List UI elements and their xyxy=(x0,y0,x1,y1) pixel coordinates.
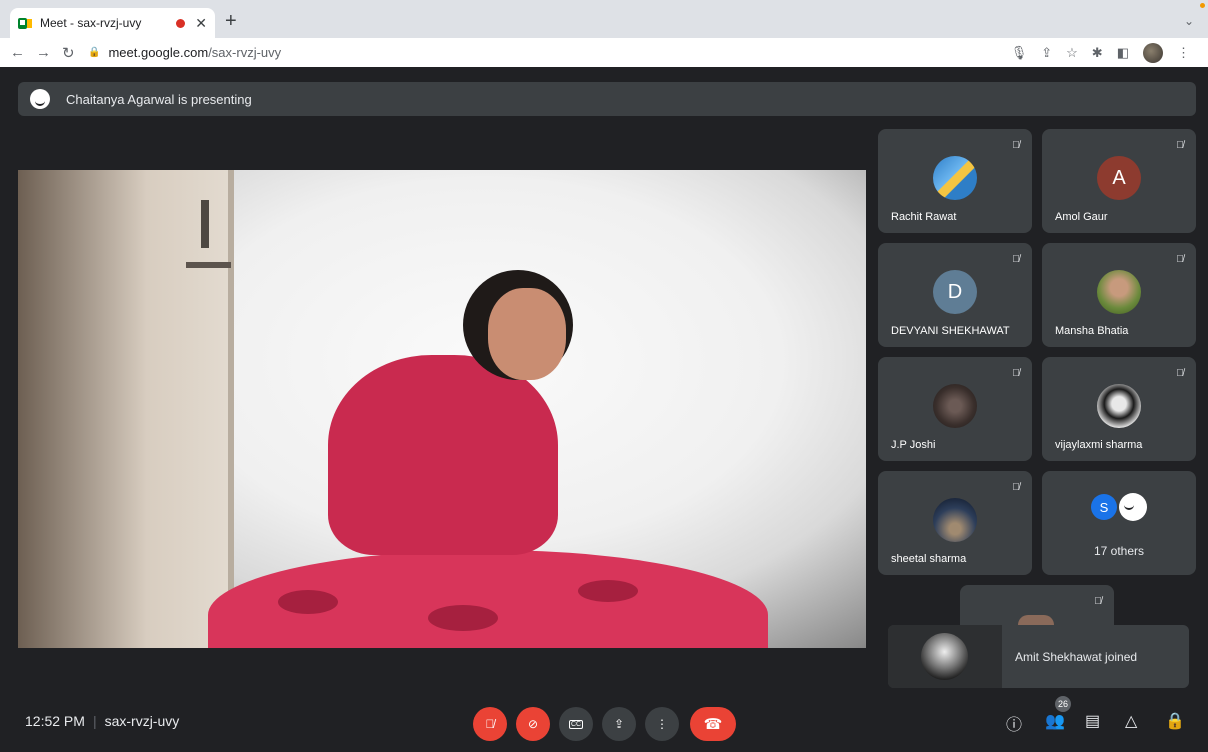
participant-tile-partial[interactable]: 🎙̸ xyxy=(960,585,1114,625)
side-panel-icon[interactable]: ◧ xyxy=(1117,45,1129,61)
participant-name: sheetal sharma xyxy=(891,553,967,565)
participant-name: Rachit Rawat xyxy=(891,211,957,223)
participant-tile[interactable]: 🎙̸ J.P Joshi xyxy=(878,357,1032,461)
muted-mic-icon: 🎙̸ xyxy=(1176,254,1184,265)
microphone-icon[interactable]: 🎙 xyxy=(1011,45,1028,61)
joined-participant-photo xyxy=(888,625,1002,688)
video-door-frame xyxy=(228,170,234,648)
url-path: /sax-rvzj-uvy xyxy=(208,45,282,60)
muted-mic-icon: 🎙̸ xyxy=(1176,140,1184,151)
meeting-code: sax-rvzj-uvy xyxy=(104,713,180,729)
update-dot xyxy=(1200,3,1205,8)
meet-logo-icon xyxy=(18,17,32,29)
participant-tile[interactable]: 🎙̸ A Amol Gaur xyxy=(1042,129,1196,233)
forward-icon[interactable]: → xyxy=(36,44,51,61)
presenter-avatar xyxy=(30,89,50,109)
muted-mic-icon: 🎙̸ xyxy=(1012,254,1020,265)
more-vert-icon: ⋮ xyxy=(656,717,668,731)
video-dress-pattern xyxy=(428,605,498,631)
tab-title: Meet - sax-rvzj-uvy xyxy=(40,16,142,30)
join-notification-text: Amit Shekhawat joined xyxy=(1015,650,1138,664)
avatar xyxy=(933,384,977,428)
recording-dot-icon xyxy=(176,18,186,28)
muted-mic-icon: 🎙̸ xyxy=(1094,596,1102,607)
present-button[interactable]: ⇪ xyxy=(602,707,636,741)
end-call-icon: ☎ xyxy=(703,716,723,733)
participant-name: vijaylaxmi sharma xyxy=(1055,439,1143,451)
reload-icon[interactable]: ↻ xyxy=(62,44,75,62)
video-dancer-body xyxy=(328,355,558,555)
avatar: D xyxy=(933,270,977,314)
video-dress-pattern xyxy=(578,580,638,602)
host-controls-icon[interactable]: 🔒 xyxy=(1165,711,1185,731)
current-time: 12:52 PM xyxy=(25,713,85,729)
toolbar-icons: 🎙 ⇪ ☆ ✱ ◧ ⋮ xyxy=(1011,42,1190,63)
meeting-info-icon[interactable]: ⓘ xyxy=(1006,711,1022,735)
separator: | xyxy=(92,713,97,729)
video-latch xyxy=(201,200,209,248)
others-tile[interactable]: S 17 others xyxy=(1042,471,1196,575)
presenting-text: Chaitanya Agarwal is presenting xyxy=(66,91,252,107)
menu-kebab-icon[interactable]: ⋮ xyxy=(1177,45,1190,61)
mic-off-icon: 🎙̸ xyxy=(485,717,495,731)
avatar xyxy=(1018,615,1054,625)
browser-tab[interactable]: Meet - sax-rvzj-uvy ✕ xyxy=(10,8,215,38)
people-count-badge: 26 xyxy=(1055,696,1071,712)
participant-tile[interactable]: 🎙̸ D DEVYANI SHEKHAWAT xyxy=(878,243,1032,347)
camera-off-icon: ⊘ xyxy=(527,717,539,731)
new-tab-button[interactable]: + xyxy=(225,10,237,33)
avatar xyxy=(1097,270,1141,314)
mic-off-button[interactable]: 🎙̸ xyxy=(473,707,507,741)
video-dancer-face xyxy=(488,288,566,380)
chat-icon[interactable]: ▤ xyxy=(1085,711,1100,731)
avatar: A xyxy=(1097,156,1141,200)
extensions-icon[interactable]: ✱ xyxy=(1092,45,1103,61)
muted-mic-icon: 🎙̸ xyxy=(1176,368,1184,379)
meeting-details: 12:52 PM | sax-rvzj-uvy xyxy=(25,713,179,729)
avatar xyxy=(933,498,977,542)
back-icon[interactable]: ← xyxy=(10,44,25,61)
participant-name: DEVYANI SHEKHAWAT xyxy=(891,325,1010,337)
tab-search-chevron-icon[interactable]: ⌄ xyxy=(1184,14,1194,28)
profile-avatar[interactable] xyxy=(1143,42,1163,63)
join-notification: Amit Shekhawat joined xyxy=(888,625,1189,688)
muted-mic-icon: 🎙̸ xyxy=(1012,368,1020,379)
participant-name: Mansha Bhatia xyxy=(1055,325,1129,337)
video-dress-pattern xyxy=(278,590,338,614)
more-options-button[interactable]: ⋮ xyxy=(645,707,679,741)
present-screen-icon: ⇪ xyxy=(613,717,625,731)
participant-tile[interactable]: 🎙̸ Rachit Rawat xyxy=(878,129,1032,233)
camera-off-button[interactable]: ⊘ xyxy=(516,707,550,741)
control-bar: 12:52 PM | sax-rvzj-uvy 🎙̸ ⊘ CC ⇪ ⋮ ☎ ⓘ 👥 … xyxy=(0,690,1208,752)
presenting-banner: Chaitanya Agarwal is presenting xyxy=(18,82,1196,116)
activities-icon[interactable]: △ xyxy=(1125,711,1137,731)
avatar xyxy=(1097,384,1141,428)
presentation-video xyxy=(18,170,866,648)
close-tab-icon[interactable]: ✕ xyxy=(195,15,207,32)
url-domain: meet.google.com xyxy=(108,45,209,60)
participant-tile[interactable]: 🎙̸ vijaylaxmi sharma xyxy=(1042,357,1196,461)
participant-name: Amol Gaur xyxy=(1055,211,1108,223)
participant-tile[interactable]: 🎙̸ Mansha Bhatia xyxy=(1042,243,1196,347)
video-bolt xyxy=(186,262,231,268)
lock-icon: 🔒 xyxy=(88,47,101,58)
leave-call-button[interactable]: ☎ xyxy=(690,707,736,741)
people-icon[interactable]: 👥 xyxy=(1045,711,1065,731)
captions-button[interactable]: CC xyxy=(559,707,593,741)
browser-chrome: Meet - sax-rvzj-uvy ✕ + ⌄ ← → ↻ 🔒 meet.g… xyxy=(0,0,1208,67)
others-avatar-smiley xyxy=(1119,493,1147,521)
share-icon[interactable]: ⇪ xyxy=(1041,45,1052,61)
address-bar[interactable]: 🔒 meet.google.com/sax-rvzj-uvy xyxy=(88,41,1011,65)
participant-tile[interactable]: 🎙̸ sheetal sharma xyxy=(878,471,1032,575)
muted-mic-icon: 🎙̸ xyxy=(1012,482,1020,493)
participant-name: J.P Joshi xyxy=(891,439,936,451)
browser-toolbar: ← → ↻ 🔒 meet.google.com/sax-rvzj-uvy 🎙 ⇪… xyxy=(0,38,1208,67)
bookmark-star-icon[interactable]: ☆ xyxy=(1066,45,1078,61)
others-label: 17 others xyxy=(1093,544,1145,558)
captions-icon: CC xyxy=(568,719,584,729)
others-avatar-initial: S xyxy=(1091,494,1117,520)
avatar xyxy=(933,156,977,200)
muted-mic-icon: 🎙̸ xyxy=(1012,140,1020,151)
